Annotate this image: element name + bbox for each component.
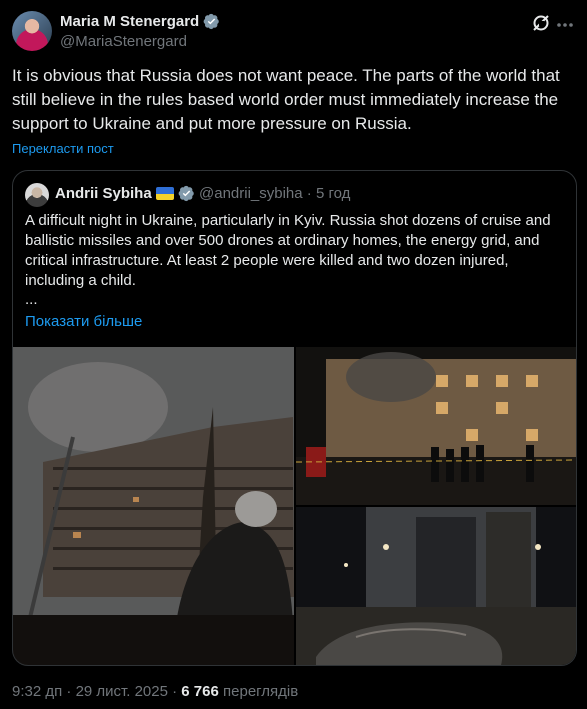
post-timestamp[interactable]: 9:32 дп · 29 лист. 2025 · [12, 683, 177, 700]
views-count: 6 766 [181, 683, 219, 700]
media-image-damaged-car-street[interactable] [296, 507, 576, 665]
quoted-text: A difficult night in Ukraine, particular… [25, 212, 551, 289]
media-image-building-fire[interactable] [13, 347, 294, 665]
author-name-row[interactable]: Maria M Stenergard [60, 13, 220, 30]
quoted-ellipsis: ... [25, 291, 38, 308]
author-handle[interactable]: @MariaStenergard [60, 33, 187, 50]
verified-badge-icon [203, 13, 219, 30]
media-image-damaged-building-night[interactable] [296, 347, 576, 505]
quoted-author-name: Andrii Sybiha [55, 185, 152, 202]
views-label: переглядів [223, 683, 299, 700]
show-more-link[interactable]: Показати більше [25, 313, 142, 330]
post-header: Maria M Stenergard @MariaStenergard [12, 11, 575, 53]
post-meta: 9:32 дп · 29 лист. 2025 · 6 766 перегляд… [12, 683, 298, 700]
ukraine-flag-icon [155, 187, 174, 200]
more-options-icon[interactable] [555, 15, 575, 35]
author-avatar[interactable] [12, 11, 52, 51]
quoted-handle-time: @andrii_sybiha · 5 год [199, 185, 351, 202]
quoted-post[interactable]: Andrii Sybiha @andrii_sybiha · 5 год A d… [12, 170, 577, 666]
post-text: It is obvious that Russia does not want … [12, 66, 560, 133]
media-grid [13, 347, 576, 665]
author-name[interactable]: Maria M Stenergard [60, 13, 199, 30]
quoted-author-name-row: Andrii Sybiha [55, 185, 195, 202]
grok-icon[interactable] [531, 13, 551, 33]
verified-badge-icon [178, 185, 194, 202]
quoted-author-avatar [25, 183, 49, 207]
translate-post-link[interactable]: Перекласти пост [12, 141, 114, 156]
